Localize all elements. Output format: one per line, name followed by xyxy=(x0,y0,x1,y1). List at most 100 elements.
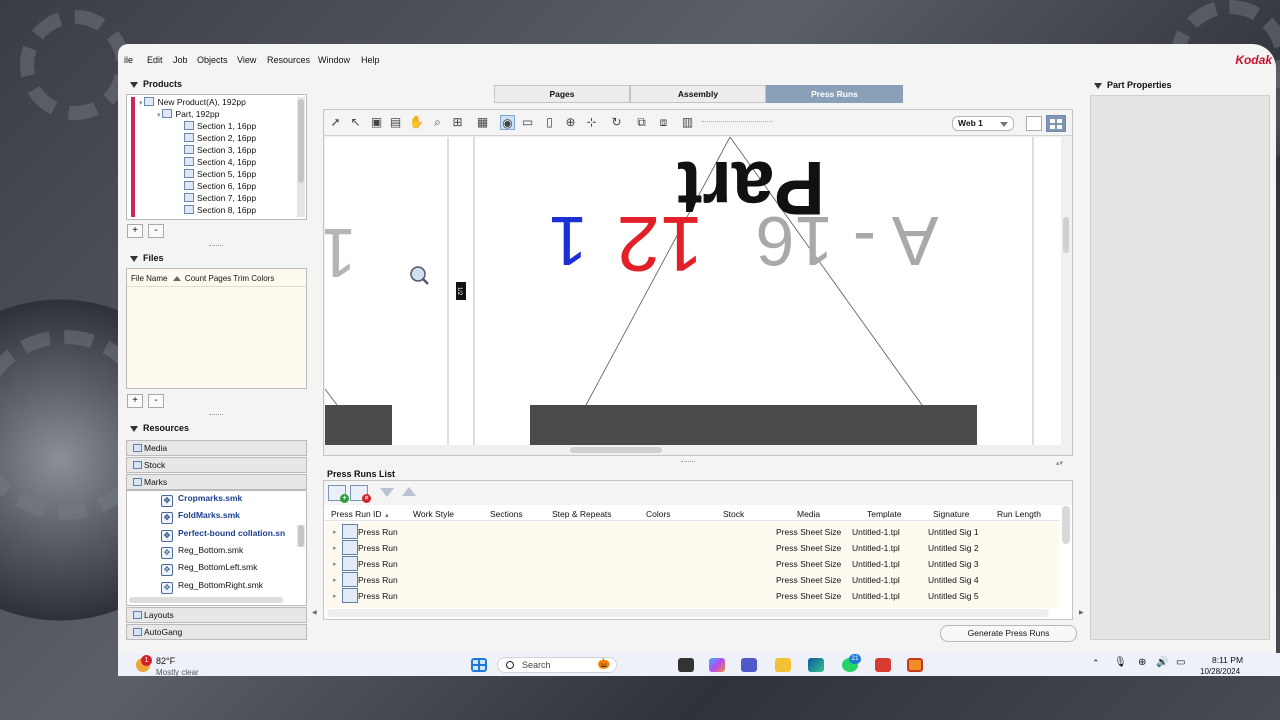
menu-edit[interactable]: Edit xyxy=(147,55,163,65)
select-arrow-icon[interactable]: ➚ xyxy=(328,115,343,130)
col-template[interactable]: Template xyxy=(867,509,902,519)
tree-item-section[interactable]: Section 5, 16pp xyxy=(184,169,256,179)
edge-icon[interactable] xyxy=(808,658,824,672)
zoom-slider[interactable] xyxy=(702,121,772,124)
tree-item-section[interactable]: Section 3, 16pp xyxy=(184,145,256,155)
tab-press-runs[interactable]: Press Runs xyxy=(766,85,903,103)
expand-row-icon[interactable]: ▸ xyxy=(333,544,337,552)
zoom-icon[interactable]: ⌕ xyxy=(430,115,445,130)
resource-stock[interactable]: Stock xyxy=(126,457,307,473)
press-run-row[interactable]: ▸ Press Run Press Sheet Size Untitled-1.tpl… xyxy=(325,588,1059,604)
expand-row-icon[interactable]: ▸ xyxy=(333,560,337,568)
remove-file-button[interactable]: - xyxy=(148,394,164,408)
resource-autogang[interactable]: AutoGang xyxy=(126,624,307,640)
align-icon[interactable]: ⊹ xyxy=(584,115,599,130)
press-run-row[interactable]: ▸ Press Run Press Sheet Size Untitled-1.tpl… xyxy=(325,572,1059,588)
tree-item-section[interactable]: Section 6, 16pp xyxy=(184,181,256,191)
tree-item-section[interactable]: Section 7, 16pp xyxy=(184,193,256,203)
col-file-name[interactable]: File Name xyxy=(131,274,167,283)
task-view-icon[interactable] xyxy=(678,658,694,672)
splitter-handle[interactable] xyxy=(681,461,695,463)
volume-icon[interactable]: 🔊 xyxy=(1156,657,1168,668)
tree-item-section[interactable]: Section 2, 16pp xyxy=(184,133,256,143)
resources-header[interactable]: Resources xyxy=(130,423,189,433)
direct-select-icon[interactable]: ↖ xyxy=(348,115,363,130)
col-trim[interactable]: Trim xyxy=(233,274,249,283)
battery-icon[interactable]: ▭ xyxy=(1176,657,1185,668)
col-count[interactable]: Count xyxy=(185,274,206,283)
expand-collapse-arrows-icon[interactable]: ▴▾ xyxy=(1056,459,1063,467)
part-properties-header[interactable]: Part Properties xyxy=(1094,80,1172,90)
grid-view-icon[interactable] xyxy=(1046,115,1066,132)
press-runs-hscrollbar[interactable] xyxy=(327,609,1049,617)
expand-row-icon[interactable]: ▸ xyxy=(333,528,337,536)
page-icon[interactable]: ▯ xyxy=(542,115,557,130)
col-press-run-id[interactable]: Press Run ID ▲ xyxy=(331,509,390,519)
splitter-handle[interactable] xyxy=(209,414,223,416)
language-icon[interactable]: ⊕ xyxy=(1138,657,1146,668)
mark-item[interactable]: ✥ Perfect-bound collation.sn xyxy=(161,528,285,542)
expand-row-icon[interactable]: ▸ xyxy=(333,592,337,600)
color-palette-icon[interactable]: ▦ xyxy=(475,115,490,130)
splitter-handle[interactable] xyxy=(209,245,223,247)
menu-file[interactable]: ile xyxy=(124,55,133,65)
editor-horizontal-scrollbar[interactable] xyxy=(325,445,1061,455)
mark-item[interactable]: ✥ Reg_BottomRight.smk xyxy=(161,580,263,594)
prinergy-app-icon[interactable] xyxy=(907,658,923,672)
col-work-style[interactable]: Work Style xyxy=(413,509,454,519)
col-pages[interactable]: Pages xyxy=(209,274,232,283)
page-tool-icon[interactable]: ▤ xyxy=(388,115,403,130)
tree-item-section[interactable]: Section 8, 16pp xyxy=(184,205,256,215)
col-media[interactable]: Media xyxy=(797,509,820,519)
windows-start-icon[interactable] xyxy=(471,658,487,672)
menu-help[interactable]: Help xyxy=(361,55,380,65)
scroll-left-icon[interactable]: ◀ xyxy=(312,609,317,616)
file-explorer-icon[interactable] xyxy=(775,658,791,672)
delete-press-run-icon[interactable]: × xyxy=(350,485,371,503)
resource-marks[interactable]: Marks xyxy=(126,474,307,490)
col-colors[interactable]: Colors xyxy=(646,509,671,519)
mark-item[interactable]: ✥ Cropmarks.smk xyxy=(161,493,242,507)
tree-item-section[interactable]: Section 1, 16pp xyxy=(184,121,256,131)
move-down-icon[interactable] xyxy=(380,488,394,497)
col-stock[interactable]: Stock xyxy=(723,509,744,519)
menu-job[interactable]: Job xyxy=(173,55,188,65)
add-product-button[interactable]: + xyxy=(127,224,143,238)
mark-item[interactable]: ✥ FoldMarks.smk xyxy=(161,510,240,525)
microphone-icon[interactable]: 🎙 xyxy=(1114,657,1127,668)
press-runs-vscrollbar[interactable] xyxy=(1062,506,1070,544)
clock-date[interactable]: 10/28/2024 xyxy=(1200,667,1240,675)
add-press-run-icon[interactable]: + xyxy=(328,485,349,503)
crosshair-icon[interactable]: ⊕ xyxy=(563,115,578,130)
press-run-row[interactable]: ▸ Press Run Press Sheet Size Untitled-1.tpl… xyxy=(325,556,1059,572)
marks-scrollbar[interactable] xyxy=(297,525,305,547)
press-run-row[interactable]: ▸ Press Run Press Sheet Size Untitled-1.tpl… xyxy=(325,540,1059,556)
teams-icon[interactable] xyxy=(741,658,757,672)
mark-item[interactable]: ✥ Reg_BottomLeft.smk xyxy=(161,562,257,577)
copilot-icon[interactable] xyxy=(709,658,725,672)
menu-window[interactable]: Window xyxy=(318,55,350,65)
stack-icon[interactable]: ▥ xyxy=(680,115,695,130)
files-header[interactable]: Files xyxy=(130,253,164,263)
marks-hscrollbar[interactable] xyxy=(129,597,283,603)
tree-item-part[interactable]: ▾ Part, 192pp xyxy=(157,109,219,119)
move-up-icon[interactable] xyxy=(402,487,416,496)
editor-vertical-scrollbar[interactable] xyxy=(1062,137,1070,446)
col-step-repeats[interactable]: Step & Repeats xyxy=(552,509,612,519)
rotate-icon[interactable]: ↻ xyxy=(609,115,624,130)
mark-item[interactable]: ✥ Reg_Bottom.smk xyxy=(161,545,243,559)
taskbar-search[interactable]: Search 🎃 xyxy=(497,657,617,673)
show-hidden-icons-icon[interactable]: ⌃ xyxy=(1092,658,1100,669)
col-run-length[interactable]: Run Length xyxy=(997,509,1041,519)
resource-media[interactable]: Media xyxy=(126,440,307,456)
flip-icon[interactable]: ⧉ xyxy=(634,115,649,130)
red-app-icon[interactable] xyxy=(875,658,891,672)
generate-press-runs-button[interactable]: Generate Press Runs xyxy=(940,625,1077,642)
add-file-button[interactable]: + xyxy=(127,394,143,408)
tab-pages[interactable]: Pages xyxy=(494,85,630,103)
object-tool-icon[interactable]: ▣ xyxy=(369,115,384,130)
ruler-icon[interactable]: ▭ xyxy=(520,115,535,130)
tree-item-product[interactable]: ▾ New Product(A), 192pp xyxy=(139,97,246,107)
hand-icon[interactable]: ✋ xyxy=(409,115,424,130)
col-sections[interactable]: Sections xyxy=(490,509,523,519)
